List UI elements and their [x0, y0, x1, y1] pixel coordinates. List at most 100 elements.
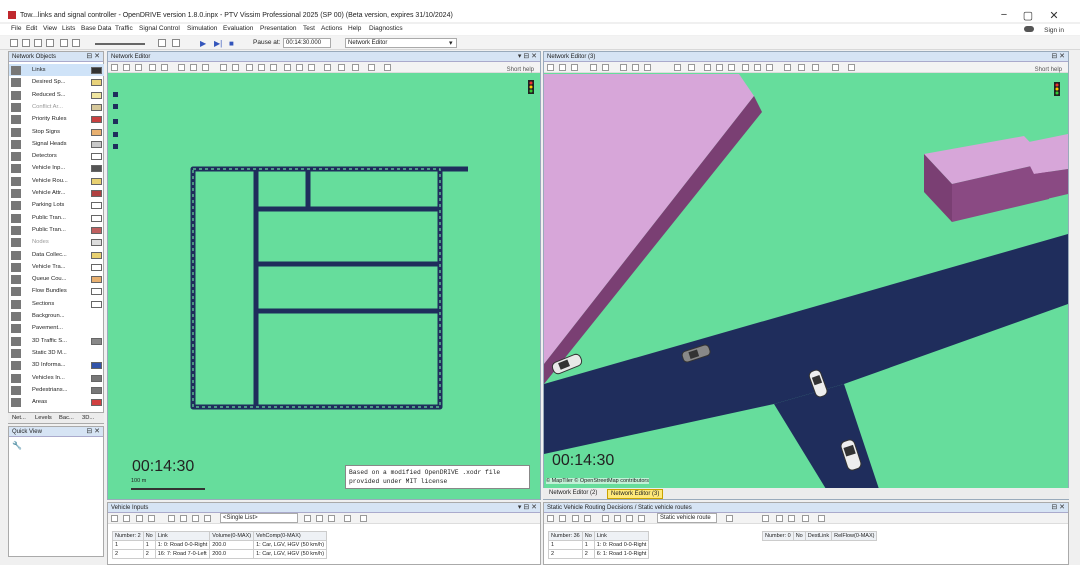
- forward-icon[interactable]: [754, 64, 761, 71]
- menu-help[interactable]: Help: [348, 25, 361, 32]
- play-icon[interactable]: ▶: [200, 39, 206, 48]
- duplicate-icon[interactable]: [584, 515, 591, 522]
- table-cell[interactable]: 1: Car, LGV, HGV (50 km/h): [253, 540, 328, 550]
- zoom-out-icon[interactable]: [270, 64, 277, 71]
- zoom-box-icon[interactable]: [246, 64, 253, 71]
- pane-controls[interactable]: ⊟ ✕: [1051, 503, 1065, 513]
- select-layout-icon[interactable]: [111, 515, 118, 522]
- network-object-row[interactable]: Links: [9, 64, 104, 76]
- color-swatch[interactable]: [91, 251, 102, 259]
- column-header[interactable]: Number: 2: [112, 531, 144, 541]
- layer-icon[interactable]: [547, 64, 554, 71]
- sort-desc-icon[interactable]: [614, 515, 621, 522]
- color-swatch[interactable]: [91, 79, 102, 87]
- color-swatch[interactable]: [91, 165, 102, 173]
- undo-icon[interactable]: [60, 39, 68, 47]
- columns-icon[interactable]: [328, 515, 335, 522]
- forward-icon[interactable]: [296, 64, 303, 71]
- color-swatch[interactable]: [91, 337, 102, 345]
- sort-desc-icon[interactable]: [180, 515, 187, 522]
- sign-in-link[interactable]: Sign in: [1044, 27, 1064, 34]
- menu-signal-control[interactable]: Signal Control: [139, 25, 180, 32]
- color-swatch[interactable]: [91, 153, 102, 161]
- sync-icon[interactable]: [638, 515, 645, 522]
- tab-network-editor-3[interactable]: Network Editor (3): [607, 489, 664, 499]
- column-header[interactable]: Link: [593, 531, 650, 541]
- tab-network-editor-2[interactable]: Network Editor (2): [546, 489, 600, 497]
- color-swatch[interactable]: [91, 128, 102, 136]
- hand-icon[interactable]: [784, 64, 791, 71]
- side-tool-icon[interactable]: [113, 144, 118, 149]
- network-object-row[interactable]: Conflict Ar...: [9, 101, 104, 113]
- table-cell[interactable]: 200.0: [209, 549, 255, 559]
- zoom-in-icon[interactable]: [688, 64, 695, 71]
- color-swatch[interactable]: [91, 239, 102, 247]
- color-swatch[interactable]: [91, 177, 102, 185]
- color-swatch[interactable]: [91, 202, 102, 210]
- column-header[interactable]: Volume(0-MAX): [209, 531, 255, 541]
- network-canvas-2d[interactable]: [108, 74, 540, 499]
- menu-presentation[interactable]: Presentation: [260, 25, 297, 32]
- pane-controls[interactable]: ▾ ⊟ ✕: [518, 52, 537, 62]
- color-swatch[interactable]: [91, 263, 102, 271]
- person-icon[interactable]: [818, 515, 825, 522]
- table-cell[interactable]: 200.0: [209, 540, 255, 550]
- network-object-row[interactable]: Pavement...: [9, 322, 104, 334]
- tab-levels[interactable]: Levels: [35, 415, 52, 421]
- color-swatch[interactable]: [91, 374, 102, 382]
- sort-desc-icon[interactable]: [788, 515, 795, 522]
- hand-icon[interactable]: [324, 64, 331, 71]
- new-file-icon[interactable]: [10, 39, 18, 47]
- network-object-row[interactable]: Public Tran...: [9, 224, 104, 236]
- export-icon[interactable]: [344, 515, 351, 522]
- color-swatch[interactable]: [91, 399, 102, 407]
- close-button[interactable]: ✕: [1044, 9, 1064, 22]
- marker-icon[interactable]: [161, 64, 168, 71]
- globe-icon[interactable]: [590, 64, 597, 71]
- edit-icon[interactable]: [123, 515, 130, 522]
- rotate-icon[interactable]: [178, 64, 185, 71]
- editor-type-select[interactable]: Network Editor: [345, 38, 457, 48]
- network-object-row[interactable]: Stop Signs: [9, 126, 104, 138]
- color-swatch[interactable]: [91, 103, 102, 111]
- pencil-icon[interactable]: [123, 64, 130, 71]
- color-swatch[interactable]: [91, 190, 102, 197]
- table-cell[interactable]: 16: 7: Road 7-0-Left: [154, 549, 211, 559]
- network-object-row[interactable]: Backgroun...: [9, 310, 104, 322]
- network-object-row[interactable]: Reduced S...: [9, 89, 104, 101]
- network-object-row[interactable]: Pedestrians...: [9, 384, 104, 396]
- table-cell[interactable]: 1: [142, 540, 156, 550]
- color-swatch[interactable]: [91, 91, 102, 99]
- list-type-select[interactable]: <Single List>: [220, 513, 298, 523]
- table-cell[interactable]: 6: 1: Road 1-0-Right: [593, 549, 650, 559]
- pane-controls[interactable]: ⊟ ✕: [86, 427, 100, 437]
- column-header[interactable]: RelFlow(0-MAX): [831, 531, 878, 541]
- network-object-row[interactable]: Vehicles In...: [9, 372, 104, 384]
- tab-3d[interactable]: 3D...: [82, 415, 94, 421]
- network-object-row[interactable]: Public Tran...: [9, 212, 104, 224]
- column-header[interactable]: No: [581, 531, 595, 541]
- network-object-row[interactable]: Vehicle Attr...: [9, 187, 104, 199]
- table-cell[interactable]: 1: [112, 540, 144, 550]
- sort-asc-icon[interactable]: [602, 515, 609, 522]
- table-cell[interactable]: 2: [548, 549, 583, 559]
- sort-asc-icon[interactable]: [168, 515, 175, 522]
- network-object-row[interactable]: Nodes: [9, 236, 104, 248]
- side-tool-icon[interactable]: [113, 104, 118, 109]
- network-object-row[interactable]: Detectors: [9, 150, 104, 162]
- vehicle-icon[interactable]: [308, 64, 315, 71]
- network-object-row[interactable]: 3D Informa...: [9, 359, 104, 371]
- color-swatch[interactable]: [91, 288, 102, 296]
- routes-select[interactable]: Static vehicle route: [657, 513, 717, 523]
- save-as-icon[interactable]: [46, 39, 54, 47]
- filter-icon[interactable]: [192, 515, 199, 522]
- screenshot-icon[interactable]: [832, 64, 839, 71]
- color-swatch[interactable]: [91, 300, 102, 308]
- vehicle-icon[interactable]: [766, 64, 773, 71]
- tools-icon[interactable]: [352, 64, 359, 71]
- columns-icon[interactable]: [802, 515, 809, 522]
- color-swatch[interactable]: [91, 67, 102, 74]
- zoom-box-icon[interactable]: [704, 64, 711, 71]
- zoom-all-icon[interactable]: [258, 64, 265, 71]
- edit-icon[interactable]: [559, 515, 566, 522]
